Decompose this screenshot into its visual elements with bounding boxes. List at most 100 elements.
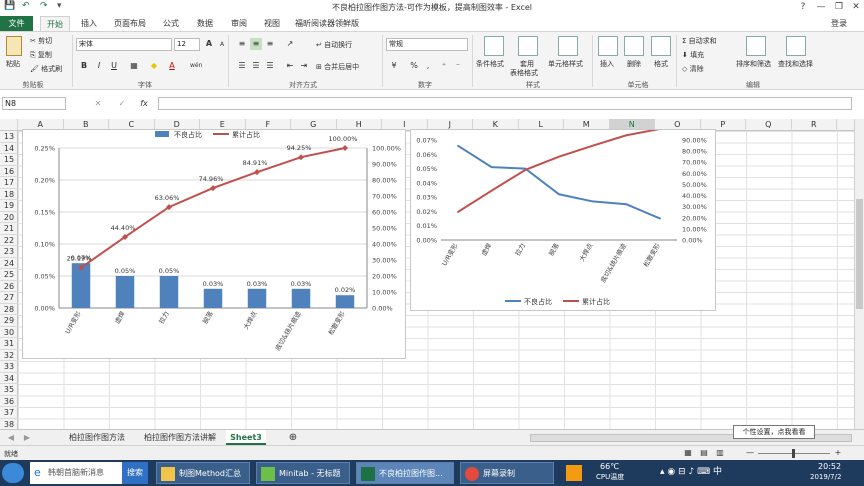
column-header[interactable]: R [792,119,837,131]
row-header[interactable]: 25 [0,269,18,281]
sheet-tab-1[interactable]: 柏拉图作图方法 [62,430,132,445]
name-box[interactable]: N8 [2,97,66,110]
row-header[interactable]: 16 [0,166,18,177]
taskbar-item-folder[interactable]: 制图Method汇总 [156,462,250,484]
format-painter-button[interactable]: 🖌 格式刷 [30,64,62,74]
maximize-button[interactable]: ❐ [830,0,848,14]
align-top-icon[interactable]: ≡ [236,38,248,50]
row-header[interactable]: 14 [0,143,18,154]
shrink-font-button[interactable]: A [216,39,228,51]
vertical-scrollbar[interactable] [854,119,864,429]
grow-font-button[interactable]: A [203,38,215,50]
increase-indent-icon[interactable]: ⇥ [298,60,310,72]
clear-button[interactable]: ◇ 清除 [682,64,704,74]
login-link[interactable]: 登录 [826,16,852,31]
currency-button[interactable]: ¥ [388,60,400,72]
row-header[interactable]: 28 [0,304,18,315]
conditional-format-button[interactable]: 条件格式 [476,59,504,69]
merge-center-button[interactable]: ⊞ 合并后居中 [316,62,359,72]
paste-icon[interactable] [6,36,22,56]
prev-sheet-icon[interactable]: ◀ [4,430,18,445]
tab-view[interactable]: 视图 [259,16,285,31]
format-as-table-icon[interactable] [518,36,538,56]
format-cells-button[interactable]: 格式 [654,59,668,69]
tab-foxit[interactable]: 福昕阅读器领鲜版 [292,16,362,31]
copy-button[interactable]: ⎘ 复制 [30,50,52,60]
enter-icon[interactable]: ✓ [116,98,128,110]
vertical-scroll-thumb[interactable] [856,199,863,309]
cut-button[interactable]: ✂ 剪切 [30,36,52,46]
cancel-icon[interactable]: ✕ [92,98,104,110]
column-header[interactable]: Q [746,119,792,131]
row-header[interactable]: 21 [0,223,18,235]
comma-button[interactable]: , [422,60,434,72]
decrease-indent-icon[interactable]: ⇤ [284,60,296,72]
row-header[interactable]: 22 [0,235,18,246]
select-all-corner[interactable] [0,119,18,131]
align-bottom-icon[interactable]: ≡ [264,38,276,50]
close-button[interactable]: ✕ [847,0,864,14]
delete-cells-icon[interactable] [624,36,644,56]
start-button[interactable] [2,463,24,483]
row-header[interactable]: 35 [0,384,18,396]
zoom-out-button[interactable]: — [744,447,756,459]
conditional-format-icon[interactable] [484,36,504,56]
minimize-button[interactable]: — [812,0,830,14]
percent-button[interactable]: % [408,60,420,72]
page-break-icon[interactable]: ▥ [714,447,726,459]
find-select-icon[interactable] [786,36,806,56]
row-header[interactable]: 32 [0,350,18,361]
zoom-slider-thumb[interactable] [792,449,795,458]
cell-styles-icon[interactable] [558,36,578,56]
font-size-select[interactable]: 12 [174,38,200,51]
row-header[interactable]: 19 [0,200,18,212]
row-header[interactable]: 20 [0,212,18,223]
phonetic-button[interactable]: wén [190,60,202,72]
row-header[interactable]: 24 [0,258,18,269]
tab-insert[interactable]: 插入 [76,16,102,31]
sheet-tab-2[interactable]: 柏拉图作图方法讲解 [138,430,222,445]
decrease-decimal-icon[interactable]: ⁻ [452,60,464,72]
sort-filter-button[interactable]: 排序和筛选 [736,59,771,69]
fill-color-icon[interactable]: ◆ [148,60,160,72]
normal-view-icon[interactable]: ▦ [682,447,694,459]
number-format-select[interactable]: 常规 [386,38,468,51]
autosum-button[interactable]: Σ 自动求和 [682,36,717,46]
row-header[interactable]: 18 [0,189,18,200]
find-select-button[interactable]: 查找和选择 [778,59,813,69]
fill-button[interactable]: ⬇ 填充 [682,50,704,60]
row-header[interactable]: 33 [0,361,18,373]
row-header[interactable]: 15 [0,154,18,166]
pareto-chart[interactable]: 0.00% 0.05% 0.10% 0.15% 0.20% 0.25% 0.00% 10.00… [22,129,406,359]
insert-function-button[interactable]: fx [138,98,150,110]
row-header[interactable]: 34 [0,373,18,384]
cell-styles-button[interactable]: 单元格样式 [548,59,583,69]
delete-cells-button[interactable]: 删除 [627,59,641,69]
bold-button[interactable]: B [78,60,90,72]
orientation-icon[interactable]: ↗ [284,38,296,50]
row-header[interactable]: 26 [0,281,18,292]
paste-button[interactable]: 粘贴 [6,59,20,69]
format-as-table-button-2[interactable]: 表格格式 [510,68,538,78]
tray-icons[interactable]: ▴ ◉ ⊟ ♪ ⌨ 中 [660,461,722,483]
page-layout-icon[interactable]: ▤ [698,447,710,459]
add-sheet-icon[interactable]: ⊕ [286,430,300,445]
tab-home[interactable]: 开始 [40,16,70,31]
next-sheet-icon[interactable]: ▶ [20,430,34,445]
insert-cells-icon[interactable] [598,36,618,56]
row-header[interactable]: 13 [0,131,18,143]
cell-grid[interactable]: 0.00% 0.05% 0.10% 0.15% 0.20% 0.25% 0.00% 10.00… [18,127,854,429]
font-name-select[interactable]: 宋体 [76,38,172,51]
row-header[interactable]: 37 [0,407,18,419]
ie-search-box[interactable]: e 韩朝首脑新消息 [30,462,122,484]
align-middle-icon[interactable]: ≡ [250,38,262,50]
increase-decimal-icon[interactable]: ⁺ [438,60,450,72]
align-center-icon[interactable]: ☰ [250,60,262,72]
align-right-icon[interactable]: ☰ [264,60,276,72]
italic-button[interactable]: I [93,60,105,72]
formula-input[interactable] [158,97,852,110]
row-header[interactable]: 17 [0,177,18,189]
tab-data[interactable]: 数据 [192,16,218,31]
align-left-icon[interactable]: ☰ [236,60,248,72]
row-header[interactable]: 27 [0,292,18,304]
